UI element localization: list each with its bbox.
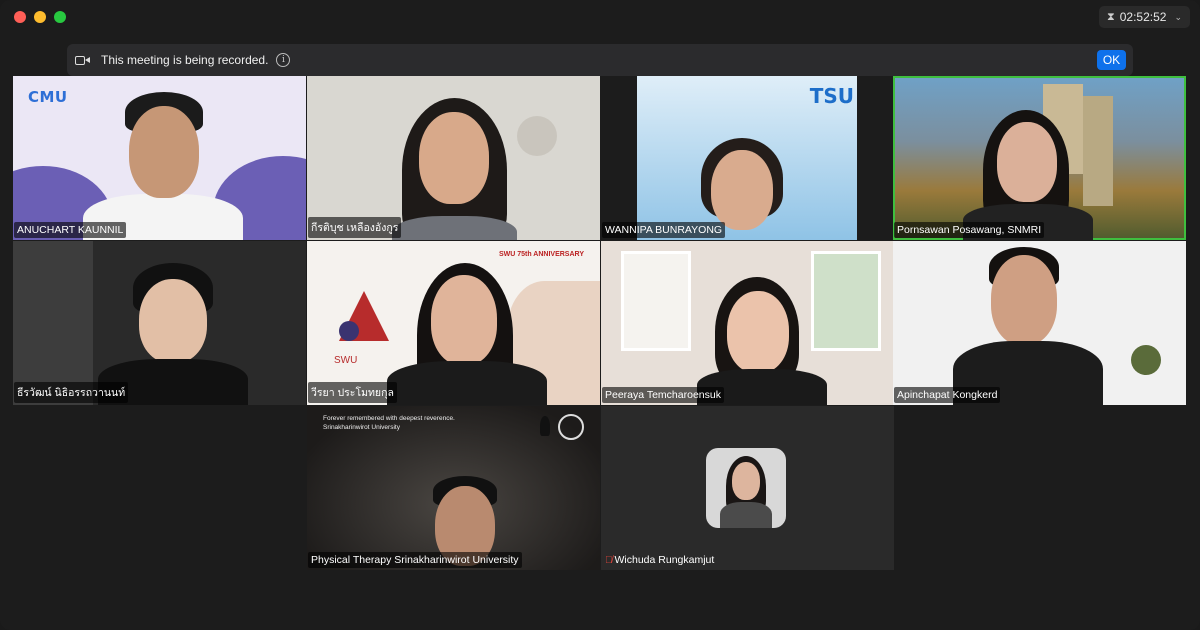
hourglass-icon: ⧗ (1107, 10, 1115, 23)
title-bar: ⧗ 02:52:52 ⌄ (0, 0, 1200, 32)
background-window (13, 241, 93, 405)
cmu-logo: CMU (28, 88, 68, 106)
maximize-window-button[interactable] (54, 11, 66, 23)
participant-name: ANUCHART KAUNNIL (14, 222, 127, 238)
potted-plant (1131, 345, 1161, 375)
participant-head (431, 275, 497, 365)
participant-head (727, 291, 789, 373)
meeting-timer[interactable]: ⧗ 02:52:52 ⌄ (1099, 6, 1190, 28)
participant-name: Physical Therapy Srinakharinwirot Univer… (308, 552, 522, 568)
participant-name: Wichuda Rungkamjut (614, 554, 715, 566)
avatar (706, 448, 786, 528)
participant-name: WANNIPA BUNRAYONG (602, 222, 726, 238)
video-tile-peeraya[interactable]: Peeraya Temcharoensuk (601, 241, 894, 405)
wall-clock (517, 116, 557, 156)
ok-button[interactable]: OK (1097, 50, 1126, 70)
participant-head (139, 279, 207, 363)
participant-name: ธีรวัฒน์ นิธิอรรถวานนท์ (14, 382, 129, 403)
close-window-button[interactable] (14, 11, 26, 23)
memorial-banner-line1: Forever remembered with deepest reverenc… (323, 415, 455, 422)
video-camera-icon (75, 55, 91, 66)
participant-body (720, 502, 772, 528)
participant-head (419, 112, 489, 204)
video-tile-wichuda[interactable]: 🎙̸ Wichuda Rungkamjut (601, 406, 894, 570)
tsu-logo: TSU (809, 84, 854, 108)
participant-name: วีรยา ประโมทยกุล (308, 382, 397, 403)
participant-head (732, 462, 760, 500)
participant-name: กีรติบุช เหลืองอังกูร (308, 217, 402, 238)
recording-message: This meeting is being recorded. (101, 53, 269, 67)
participant-name: Peeraya Temcharoensuk (602, 387, 724, 403)
participant-body (392, 216, 517, 240)
recording-notification-bar: This meeting is being recorded. i OK (67, 44, 1133, 76)
background-window (811, 251, 881, 351)
participant-body (387, 361, 547, 405)
participant-name-label: 🎙̸ Wichuda Rungkamjut (602, 552, 717, 568)
castle-tower (1083, 96, 1113, 206)
video-tile-physical-therapy-swu[interactable]: Forever remembered with deepest reverenc… (307, 406, 600, 570)
participant-name: Apinchapat Kongkerd (894, 387, 1001, 403)
meeting-timer-value: 02:52:52 (1119, 10, 1167, 24)
video-tile-apinchapat[interactable]: Apinchapat Kongkerd (893, 241, 1186, 405)
video-tile-keeratibut[interactable]: กีรติบุช เหลืองอังกูร (307, 76, 600, 240)
video-tile-wannipa[interactable]: TSU WANNIPA BUNRAYONG (601, 76, 894, 240)
info-icon[interactable]: i (276, 53, 291, 67)
black-ribbon-icon (540, 416, 550, 436)
video-tile-anuchart[interactable]: CMU ANUCHART KAUNNIL (13, 76, 306, 240)
svg-text:SWU: SWU (334, 355, 357, 366)
swu-75th-logo: SWU (334, 291, 389, 366)
video-tile-theerawat[interactable]: ธีรวัฒน์ นิธิอรรถวานนท์ (13, 241, 306, 405)
memorial-banner-line2: Srinakharinwirot University (323, 424, 400, 431)
zoom-meeting-window: ⧗ 02:52:52 ⌄ CMU ANUCHART KAUNNIL กีรติบ… (0, 0, 1200, 630)
video-tile-weeraya[interactable]: SWU 75th ANNIVERSARY SWU วีรยา ประโมทยกุ… (307, 241, 600, 405)
minimize-window-button[interactable] (34, 11, 46, 23)
participant-name: Pornsawan Posawang, SNMRI (894, 222, 1045, 238)
participant-head (711, 150, 773, 230)
participant-head (991, 255, 1057, 345)
participant-head (129, 106, 199, 198)
mic-muted-icon: 🎙̸ (605, 555, 613, 566)
participant-head (997, 122, 1057, 202)
video-tile-pornsawan[interactable]: Pornsawan Posawang, SNMRI (893, 76, 1186, 240)
swu-anniversary-banner: SWU 75th ANNIVERSARY (498, 251, 584, 258)
background-window (621, 251, 691, 351)
university-seal-icon (558, 414, 584, 440)
chevron-down-icon: ⌄ (1174, 11, 1182, 22)
memorial-banner: Forever remembered with deepest reverenc… (323, 414, 455, 432)
